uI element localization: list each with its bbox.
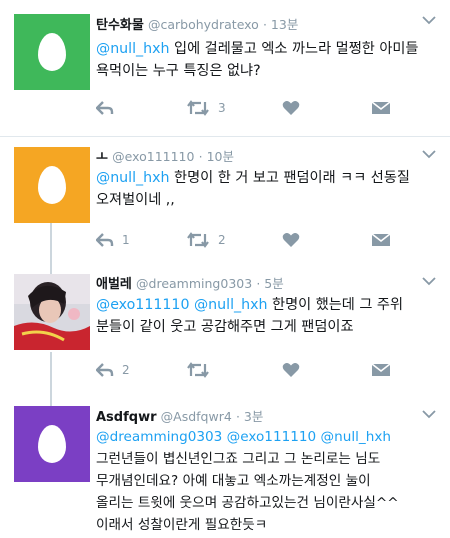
chevron-down-icon[interactable] [422, 275, 436, 290]
message-button[interactable] [371, 360, 391, 380]
tweet-text: 욕먹이는 누구 특징은 없냐? [96, 63, 261, 79]
mention-link[interactable]: @exo111110 [96, 297, 189, 313]
tweet[interactable]: Asdfqwr @Asdfqwr4 · 3분 @dreamming0303 @e… [0, 398, 450, 538]
profile-photo [14, 274, 90, 350]
reply-icon [96, 363, 114, 377]
mention-link[interactable]: @null_hxh [194, 297, 268, 313]
mention-link[interactable]: @exo111110 [227, 429, 317, 445]
retweet-icon [187, 232, 209, 248]
timestamp[interactable]: 13분 [271, 17, 298, 32]
tweet-text: 입에 걸레물고 엑소 까느라 멀쩡한 아미들 [174, 41, 419, 57]
reply-count: 1 [122, 233, 130, 247]
avatar[interactable] [14, 14, 90, 90]
egg-icon [38, 425, 66, 463]
message-icon [371, 101, 391, 114]
user-handle[interactable]: @Asdfqwr4 [161, 409, 232, 424]
egg-icon [38, 33, 66, 71]
reply-icon [96, 101, 114, 115]
avatar[interactable] [14, 274, 90, 350]
timestamp[interactable]: 5분 [264, 276, 283, 291]
tweet-text: 올리는 트윗에 웃으며 공감하고있는건 님이란사실^^ [96, 495, 399, 511]
tweet-text: 한명이 한 거 보고 팬덤이래 ㅋㅋ 선동질 [174, 170, 410, 186]
mention-link[interactable]: @dreamming0303 [96, 429, 222, 445]
tweet-text: 오져벌이네 ,, [96, 192, 175, 208]
display-name[interactable]: 탄수화물 [96, 18, 144, 33]
tweet[interactable]: ㅗ @exo111110 · 10분 @null_hxh 한명이 한 거 보고 … [0, 137, 450, 259]
display-name[interactable]: 애벌레 [96, 277, 132, 292]
chevron-down-icon[interactable] [422, 408, 436, 423]
reply-button[interactable] [96, 98, 114, 118]
user-handle[interactable]: @exo111110 [112, 149, 194, 164]
mention-link[interactable]: @null_hxh [96, 41, 170, 57]
message-button[interactable] [371, 98, 391, 118]
message-icon [371, 233, 391, 246]
reply-button[interactable]: 1 [96, 230, 130, 250]
tweet-text: 분들이 같이 웃고 공감해주면 그게 팬덤이죠 [96, 319, 354, 335]
retweet-icon [187, 362, 209, 378]
tweet-text: 그런년들이 볍신년인그죠 그리고 그 논리로는 님도 [96, 451, 381, 467]
avatar[interactable] [14, 147, 90, 223]
like-icon [282, 363, 300, 377]
display-name[interactable]: Asdfqwr [96, 410, 157, 425]
chevron-down-icon[interactable] [422, 148, 436, 163]
like-icon [282, 233, 300, 247]
like-button[interactable] [282, 360, 300, 380]
mention-link[interactable]: @null_hxh [321, 429, 391, 445]
user-handle[interactable]: @carbohydratexo [148, 17, 259, 32]
retweet-button[interactable]: 3 [186, 98, 226, 118]
retweet-count: 3 [218, 101, 226, 115]
message-icon [371, 363, 391, 376]
timestamp[interactable]: 3분 [244, 409, 263, 424]
display-name[interactable]: ㅗ [96, 150, 108, 165]
chevron-down-icon[interactable] [422, 14, 436, 29]
like-button[interactable] [282, 98, 300, 118]
retweet-button[interactable] [186, 360, 210, 380]
timestamp[interactable]: 10분 [207, 149, 234, 164]
retweet-button[interactable]: 2 [186, 230, 226, 250]
like-icon [282, 101, 300, 115]
user-handle[interactable]: @dreamming0303 [136, 276, 252, 291]
retweet-count: 2 [218, 233, 226, 247]
like-button[interactable] [282, 230, 300, 250]
reply-count: 2 [122, 363, 130, 377]
tweet-text: 무개념인데요? 아예 대놓고 엑소까는계정인 눌이 [96, 473, 371, 489]
tweet-text: 이래서 성찰이란게 필요한듯ㅋ [96, 517, 268, 533]
egg-icon [38, 166, 66, 204]
retweet-icon [187, 100, 209, 116]
tweet[interactable]: 탄수화물 @carbohydratexo · 13분 @null_hxh 입에 … [0, 0, 450, 136]
reply-button[interactable]: 2 [96, 360, 130, 380]
message-button[interactable] [371, 230, 391, 250]
reply-icon [96, 233, 114, 247]
mention-link[interactable]: @null_hxh [96, 170, 170, 186]
tweet-text: 한명이 했는데 그 주위 [272, 297, 404, 313]
tweet[interactable]: 애벌레 @dreamming0303 · 5분 @exo111110 @null… [0, 266, 450, 388]
avatar[interactable] [14, 406, 90, 482]
